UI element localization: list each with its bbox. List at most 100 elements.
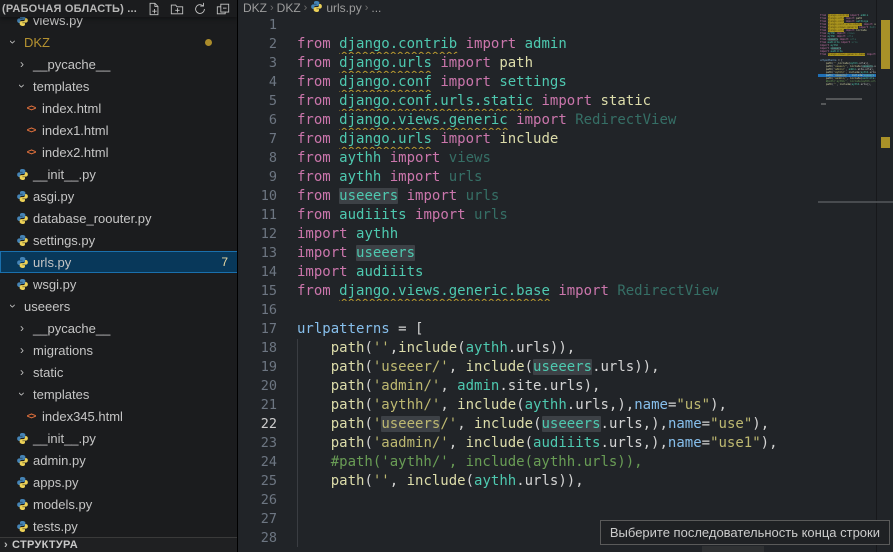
- code-line-6[interactable]: 6from django.views.generic import Redire…: [239, 111, 818, 130]
- code-line-text: [297, 491, 818, 510]
- tree-item-migrations[interactable]: ›migrations: [0, 339, 238, 361]
- code-line-text: from aythh import urls: [297, 168, 818, 187]
- breadcrumb-item[interactable]: DKZ: [243, 1, 267, 15]
- new-folder-icon[interactable]: [169, 1, 185, 17]
- tree-item-index.html[interactable]: <>index.html: [0, 97, 238, 119]
- html-file-icon: <>: [24, 125, 38, 135]
- code-line-26[interactable]: 26: [239, 491, 818, 510]
- line-number: 4: [239, 73, 277, 92]
- tree-item-DKZ[interactable]: ›DKZ: [0, 31, 238, 53]
- tree-item-label: admin.py: [33, 453, 86, 468]
- tree-item-index1.html[interactable]: <> index1.html: [0, 119, 238, 141]
- tree-item-label: __init__.py: [33, 167, 96, 182]
- code-line-4[interactable]: 4from django.conf import settings: [239, 73, 818, 92]
- tree-item-admin.py[interactable]: admin.py: [0, 449, 238, 471]
- code-line-21[interactable]: 21 path('aythh/', include(aythh.urls,),n…: [239, 396, 818, 415]
- new-file-icon[interactable]: [146, 1, 162, 17]
- tree-item-__pycache__[interactable]: › __pycache__: [0, 53, 238, 75]
- tree-item-__init__.py[interactable]: __init__.py: [0, 163, 238, 185]
- minimap-extra-content: [821, 103, 826, 105]
- code-line-23[interactable]: 23 path('aadmin/', include(audiiits.urls…: [239, 434, 818, 453]
- tree-item-label: wsgi.py: [33, 277, 76, 292]
- tree-item-useeers[interactable]: ›useeers: [0, 295, 238, 317]
- breadcrumb-item-label: DKZ: [243, 1, 267, 15]
- tree-item-__pycache__[interactable]: ›__pycache__: [0, 317, 238, 339]
- code-line-22[interactable]: 22 path('useeers/', include(useeers.urls…: [239, 415, 818, 434]
- code-line-text: from django.urls import path: [297, 54, 818, 73]
- python-file-icon: [15, 234, 29, 247]
- tree-item-settings.py[interactable]: settings.py: [0, 229, 238, 251]
- tree-item-templates[interactable]: ›templates: [0, 383, 238, 405]
- breadcrumb-item[interactable]: urls.py: [310, 0, 361, 16]
- tree-item-index345.html[interactable]: <>index345.html: [0, 405, 238, 427]
- code-line-25[interactable]: 25 path('', include(aythh.urls)),: [239, 472, 818, 491]
- code-line-13[interactable]: 13import useeers: [239, 244, 818, 263]
- code-line-18[interactable]: 18 path('',include(aythh.urls)),: [239, 339, 818, 358]
- tree-item-apps.py[interactable]: apps.py: [0, 471, 238, 493]
- tree-item-label: database_roouter.py: [33, 211, 152, 226]
- code-line-8[interactable]: 8from aythh import views: [239, 149, 818, 168]
- breadcrumb-separator-icon: ›: [365, 2, 369, 14]
- tree-item-urls.py[interactable]: urls.py7: [0, 251, 238, 273]
- tree-item-__init__.py[interactable]: __init__.py: [0, 427, 238, 449]
- line-number: 21: [239, 396, 277, 415]
- tree-item-templates[interactable]: ›templates: [0, 75, 238, 97]
- tree-item-database_roouter.py[interactable]: database_roouter.py: [0, 207, 238, 229]
- line-number: 13: [239, 244, 277, 263]
- tree-item-tests.py[interactable]: tests.py: [0, 515, 238, 537]
- python-file-icon: [15, 190, 29, 203]
- line-number: 28: [239, 529, 277, 548]
- tree-item-asgi.py[interactable]: asgi.py: [0, 185, 238, 207]
- code-line-19[interactable]: 19 path('useeer/', include(useeers.urls)…: [239, 358, 818, 377]
- code-line-15[interactable]: 15from django.views.generic.base import …: [239, 282, 818, 301]
- code-line-11[interactable]: 11from audiiits import urls: [239, 206, 818, 225]
- code-area[interactable]: 12from django.contrib import admin3from …: [239, 16, 818, 548]
- code-line-text: #path('aythh/', include(aythh.urls)),: [297, 453, 818, 472]
- code-line-12[interactable]: 12import aythh: [239, 225, 818, 244]
- line-number: 22: [239, 415, 277, 434]
- minimap[interactable]: from django.contrib import adminfrom dja…: [818, 0, 877, 552]
- python-file-icon: [15, 432, 29, 445]
- tree-item-static[interactable]: ›static: [0, 361, 238, 383]
- code-line-20[interactable]: 20 path('admin/', admin.site.urls),: [239, 377, 818, 396]
- python-file-icon: [15, 256, 29, 269]
- outline-section-header[interactable]: › СТРУКТУРА: [0, 537, 238, 552]
- chevron-right-icon: ›: [15, 321, 29, 335]
- code-line-9[interactable]: 9from aythh import urls: [239, 168, 818, 187]
- code-line-24[interactable]: 24 #path('aythh/', include(aythh.urls)),: [239, 453, 818, 472]
- collapse-folders-icon[interactable]: [215, 1, 231, 17]
- editor-pane[interactable]: DKZ›DKZ›urls.py›... 12from django.contri…: [239, 0, 893, 552]
- code-line-7[interactable]: 7from django.urls import include: [239, 130, 818, 149]
- code-line-2[interactable]: 2from django.contrib import admin: [239, 35, 818, 54]
- tree-item-wsgi.py[interactable]: wsgi.py: [0, 273, 238, 295]
- code-line-14[interactable]: 14import audiiits: [239, 263, 818, 282]
- breadcrumb-item-label: ...: [371, 1, 381, 15]
- code-line-3[interactable]: 3from django.urls import path: [239, 54, 818, 73]
- python-file-icon: [15, 168, 29, 181]
- line-number: 24: [239, 453, 277, 472]
- code-line-text: from django.conf.urls.static import stat…: [297, 92, 818, 111]
- tree-item-label: models.py: [33, 497, 92, 512]
- explorer-sidebar: views.py›DKZ›__pycache__›templates<>inde…: [0, 0, 238, 552]
- code-line-text: from django.urls import include: [297, 130, 818, 149]
- chevron-right-icon: ›: [15, 57, 29, 71]
- breadcrumb-item[interactable]: ...: [371, 1, 381, 15]
- code-line-17[interactable]: 17urlpatterns = [: [239, 320, 818, 339]
- code-line-10[interactable]: 10from useeers import urls: [239, 187, 818, 206]
- tree-item-models.py[interactable]: models.py: [0, 493, 238, 515]
- code-line-16[interactable]: 16: [239, 301, 818, 320]
- tree-item-index2.html[interactable]: <>index2.html: [0, 141, 238, 163]
- code-line-1[interactable]: 1: [239, 16, 818, 35]
- code-line-text: path('aadmin/', include(audiiits.urls,),…: [297, 434, 818, 453]
- tree-item-label: index1.html: [42, 123, 108, 138]
- overview-ruler[interactable]: [878, 0, 893, 552]
- tree-item-label: __pycache__: [33, 57, 110, 72]
- breadcrumb-item[interactable]: DKZ: [277, 1, 301, 15]
- line-number: 2: [239, 35, 277, 54]
- chevron-down-icon: ›: [6, 299, 20, 313]
- line-number: 8: [239, 149, 277, 168]
- tree-item-label: static: [33, 365, 63, 380]
- explorer-section-header[interactable]: (РАБОЧАЯ ОБЛАСТЬ) ...: [0, 0, 237, 17]
- code-line-5[interactable]: 5from django.conf.urls.static import sta…: [239, 92, 818, 111]
- refresh-icon[interactable]: [192, 1, 208, 17]
